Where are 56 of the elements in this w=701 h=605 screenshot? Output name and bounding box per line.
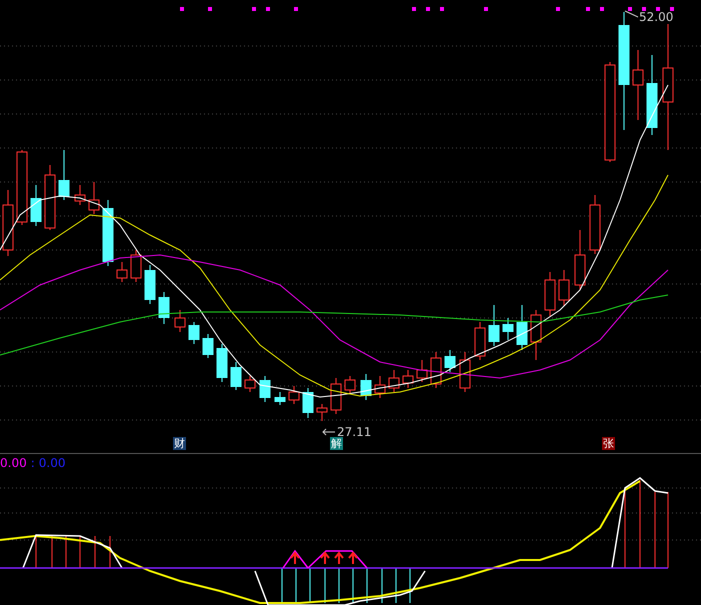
candlestick bbox=[144, 264, 156, 304]
candlestick bbox=[244, 376, 256, 392]
candlestick bbox=[288, 386, 300, 404]
event-marker[interactable]: 解 bbox=[330, 437, 343, 450]
candlestick bbox=[388, 370, 400, 392]
up-arrow-icon bbox=[290, 551, 300, 564]
candlestick bbox=[44, 164, 56, 230]
low-price-label: 27.11 bbox=[337, 425, 372, 439]
candlestick bbox=[374, 376, 386, 398]
candlestick bbox=[544, 272, 556, 316]
candlestick bbox=[558, 270, 570, 306]
candlestick bbox=[230, 362, 242, 390]
indicator-value: : bbox=[30, 456, 35, 470]
candlestick bbox=[360, 374, 372, 400]
up-arrow-icon bbox=[334, 551, 344, 564]
up-arrow-icon bbox=[348, 551, 358, 564]
candlestick bbox=[30, 184, 42, 226]
candlestick bbox=[216, 344, 228, 382]
candlestick bbox=[430, 352, 442, 388]
indicator-value: 0.00 bbox=[38, 456, 66, 470]
candlestick bbox=[74, 184, 86, 206]
candlestick bbox=[488, 304, 500, 346]
candlestick bbox=[502, 318, 514, 340]
candlestick bbox=[260, 376, 270, 402]
candlestick bbox=[88, 182, 100, 214]
candlestick bbox=[316, 404, 328, 422]
candlestick bbox=[302, 388, 314, 418]
up-arrow-icon bbox=[320, 551, 330, 564]
arrow-icon bbox=[322, 428, 336, 436]
event-marker[interactable]: 张 bbox=[602, 437, 615, 450]
candlestick bbox=[516, 304, 528, 350]
candlestick bbox=[174, 310, 186, 332]
candlestick bbox=[416, 360, 428, 382]
candlestick bbox=[574, 230, 586, 290]
candlestick bbox=[444, 350, 456, 372]
candlestick bbox=[632, 50, 644, 120]
candlestick bbox=[116, 262, 128, 282]
candlestick bbox=[474, 322, 486, 360]
candlestick bbox=[590, 194, 600, 254]
indicator-value: 0.00 bbox=[0, 456, 27, 470]
candlestick bbox=[330, 378, 342, 414]
leader-line bbox=[624, 10, 638, 18]
candlestick bbox=[202, 334, 214, 358]
candlestick bbox=[2, 190, 14, 256]
candlestick bbox=[188, 322, 200, 344]
candlestick bbox=[58, 150, 70, 200]
candlestick bbox=[402, 370, 414, 388]
candlestick bbox=[344, 376, 356, 394]
candlestick bbox=[130, 250, 142, 282]
candlestick bbox=[530, 310, 542, 360]
candlestick bbox=[274, 392, 286, 406]
candlestick bbox=[158, 292, 170, 324]
candlestick bbox=[102, 200, 114, 266]
candlestick bbox=[460, 352, 470, 392]
high-price-label: 52.00 bbox=[639, 10, 674, 24]
event-marker[interactable]: 财 bbox=[173, 437, 186, 450]
